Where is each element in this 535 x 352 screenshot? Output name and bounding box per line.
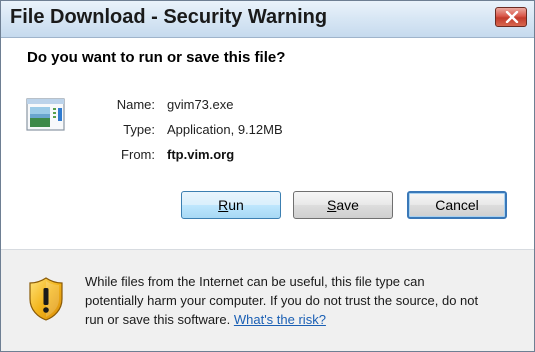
close-button[interactable] <box>495 7 527 27</box>
file-name-value: gvim73.exe <box>167 97 234 112</box>
warning-message: While files from the Internet can be use… <box>85 272 525 329</box>
run-button[interactable]: Run <box>181 191 281 219</box>
warning-line-3: run or save this software. What's the ri… <box>85 310 525 329</box>
warning-line-1: While files from the Internet can be use… <box>85 274 425 289</box>
warning-line-3-text: run or save this software. <box>85 312 231 327</box>
file-name-label: Name: <box>116 97 155 112</box>
whats-the-risk-link[interactable]: What's the risk? <box>234 312 326 327</box>
file-from-label: From: <box>121 147 155 162</box>
dialog-question: Do you want to run or save this file? <box>27 49 286 66</box>
file-type-label: Type: <box>123 122 155 137</box>
title-bar[interactable]: File Download - Security Warning <box>1 1 534 38</box>
run-label-rest: un <box>228 197 244 213</box>
save-label-rest: ave <box>336 197 359 213</box>
save-mnemonic: S <box>327 197 337 213</box>
close-icon <box>505 11 519 23</box>
file-type-value: Application, 9.12MB <box>167 122 283 137</box>
warning-shield-icon <box>29 277 63 321</box>
application-file-icon <box>26 98 65 131</box>
warning-line-2: potentially harm your computer. If you d… <box>85 293 479 308</box>
save-button[interactable]: Save <box>293 191 393 219</box>
security-warning-dialog: File Download - Security Warning Do you … <box>0 0 535 352</box>
window-title: File Download - Security Warning <box>10 6 328 28</box>
cancel-button[interactable]: Cancel <box>407 191 507 219</box>
run-mnemonic: R <box>218 197 229 213</box>
file-from-value: ftp.vim.org <box>167 147 235 162</box>
